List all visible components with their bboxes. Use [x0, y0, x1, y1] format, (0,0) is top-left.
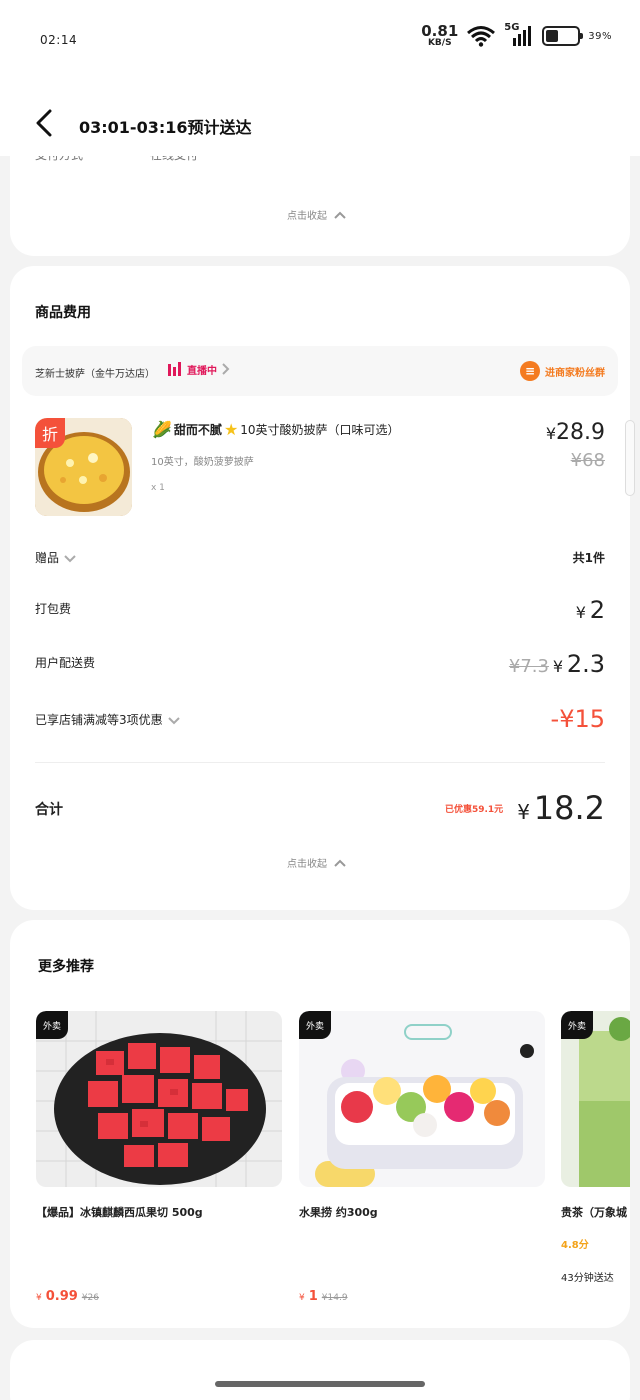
home-indicator[interactable] [215, 1381, 425, 1387]
chevron-up-icon [334, 211, 346, 219]
packing-fee-amount: 2 [589, 596, 605, 624]
chevron-up-icon [334, 859, 346, 867]
bottom-card [10, 1340, 630, 1400]
recommend-price: ¥ 1 ¥14.9 [299, 1289, 348, 1304]
recommend-original-price: ¥26 [81, 1293, 99, 1303]
order-info-collapse[interactable]: 点击收起 [287, 207, 347, 222]
gift-row[interactable]: 赠品 共1件 [35, 549, 605, 566]
gift-count: 共1件 [572, 551, 605, 565]
recommend-item[interactable]: 外卖 贵茶（万象城 4.8分 43分钟送达 [561, 1011, 630, 1284]
product-title-b: 10英寸酸奶披萨（口味可选） [240, 423, 400, 437]
network-speed-unit: KB/S [427, 38, 452, 48]
scroll-indicator [625, 420, 635, 496]
recommend-delivery-time: 43分钟送达 [561, 1273, 614, 1284]
recommend-item[interactable]: 外卖 【爆品】冰镇麒麟西瓜果切 500g ¥ 0.99 ¥26 [36, 1011, 282, 1304]
packing-fee-label: 打包费 [35, 602, 72, 616]
collapse-label: 点击收起 [287, 859, 327, 870]
battery-icon [542, 26, 584, 46]
cellular-signal-icon: 5G [504, 22, 534, 48]
delivery-tag: 外卖 [299, 1011, 331, 1039]
packing-fee-row: 打包费 ¥ 2 [35, 596, 605, 624]
discounts-label: 已享店铺满减等3项优惠 [35, 713, 163, 727]
discounts-value: -¥15 [550, 705, 605, 733]
status-icons: 0.81 KB/S 5G 39% [421, 22, 612, 48]
product-spec: 10英寸，酸奶菠萝披萨 [151, 457, 254, 468]
recommend-original-price: ¥14.9 [321, 1293, 348, 1303]
delivery-fee-amount: 2.3 [566, 650, 605, 678]
product-original-price: ¥68 [570, 450, 605, 471]
store-bar[interactable]: 芝新士披萨（金牛万达店） 直播中 ≡ 进商家粉丝群 [22, 346, 618, 396]
recommend-card: 更多推荐 外卖 【爆品】冰镇麒麟西瓜果切 500g ¥ 0.99 ¥26 外卖 … [10, 920, 630, 1328]
battery-fill [546, 30, 558, 42]
recommend-title: 更多推荐 [38, 959, 94, 975]
product-title: 🌽 甜而不腻 ★ 10英寸酸奶披萨（口味可选） [152, 420, 400, 439]
product-quantity: x 1 [151, 483, 165, 493]
network-speed: 0.81 KB/S [421, 24, 458, 48]
delivery-fee-label: 用户配送费 [35, 656, 96, 670]
product-image[interactable]: 折 [35, 418, 132, 516]
recommend-name: 水果捞 约300g [299, 1206, 378, 1219]
recommend-name: 【爆品】冰镇麒麟西瓜果切 500g [36, 1206, 203, 1219]
recommend-price-value: 1 [308, 1289, 318, 1304]
chevron-right-icon [222, 363, 230, 375]
fans-group-icon: ≡ [520, 361, 540, 381]
goods-section-title: 商品费用 [35, 305, 91, 321]
delivery-fee-original: ¥7.3 [508, 656, 549, 677]
currency-symbol: ¥ [36, 1293, 42, 1303]
recommend-image[interactable]: 外卖 [36, 1011, 282, 1187]
status-time: 02:14 [40, 33, 78, 47]
recommend-item[interactable]: 外卖 水果捞 约300g ¥ 1 ¥14.9 [299, 1011, 545, 1304]
discounts-row[interactable]: 已享店铺满减等3项优惠 -¥15 [35, 705, 605, 733]
total-label: 合计 [35, 802, 63, 818]
delivery-tag: 外卖 [561, 1011, 593, 1039]
corn-icon: 🌽 [152, 420, 172, 439]
recommend-name: 贵茶（万象城 [561, 1206, 627, 1219]
divider [35, 762, 605, 763]
recommend-image[interactable]: 外卖 [299, 1011, 545, 1187]
goods-collapse[interactable]: 点击收起 [287, 855, 347, 870]
packing-fee-value: ¥ 2 [576, 596, 605, 624]
currency-symbol: ¥ [545, 424, 557, 443]
product-price-value: 28.9 [556, 420, 605, 445]
chevron-down-icon [167, 716, 180, 724]
currency-symbol: ¥ [517, 800, 530, 824]
gift-label: 赠品 [35, 551, 60, 565]
discount-tag: 折 [35, 418, 65, 448]
live-label: 直播中 [187, 365, 217, 377]
total-row: 合计 已优惠59.1元 ¥ 18.2 [35, 789, 605, 827]
product-title-a: 甜而不腻 [173, 423, 222, 437]
live-bars-icon [168, 362, 181, 376]
recommend-image[interactable]: 外卖 [561, 1011, 630, 1187]
collapse-label: 点击收起 [287, 211, 327, 222]
delivery-tag: 外卖 [36, 1011, 68, 1039]
battery-percent: 39% [588, 30, 612, 42]
nav-bar: 03:01-03:16预计送达 [0, 80, 640, 156]
store-name: 芝新士披萨（金牛万达店） [35, 369, 155, 380]
wifi-icon [467, 26, 496, 47]
star-icon: ★ [223, 420, 239, 439]
recommend-price-value: 0.99 [45, 1289, 78, 1304]
product-price: ¥28.9 [546, 420, 605, 445]
fans-group-button[interactable]: ≡ 进商家粉丝群 [520, 361, 605, 381]
back-arrow-icon[interactable] [30, 108, 60, 138]
currency-symbol: ¥ [575, 603, 586, 622]
page-title: 03:01-03:16预计送达 [79, 118, 252, 137]
currency-symbol: ¥ [552, 657, 563, 676]
status-bar: 02:14 0.81 KB/S 5G 39% [0, 0, 640, 80]
delivery-fee-value: ¥7.3 ¥ 2.3 [509, 650, 605, 678]
recommend-price: ¥ 0.99 ¥26 [36, 1289, 99, 1304]
live-badge[interactable]: 直播中 [167, 361, 231, 377]
total-amount: 18.2 [533, 789, 605, 827]
chevron-down-icon [64, 554, 76, 562]
total-value: 已优惠59.1元 ¥ 18.2 [445, 789, 605, 827]
network-speed-value: 0.81 [421, 22, 459, 40]
delivery-fee-row: 用户配送费 ¥7.3 ¥ 2.3 [35, 650, 605, 678]
goods-fee-card: 商品费用 芝新士披萨（金牛万达店） 直播中 ≡ 进商家粉丝群 折 🌽 甜而不腻 … [10, 266, 630, 910]
saved-amount: 已优惠59.1元 [444, 804, 504, 815]
fans-group-label: 进商家粉丝群 [545, 367, 605, 379]
currency-symbol: ¥ [299, 1293, 305, 1303]
recommend-rating: 4.8分 [561, 1240, 589, 1251]
